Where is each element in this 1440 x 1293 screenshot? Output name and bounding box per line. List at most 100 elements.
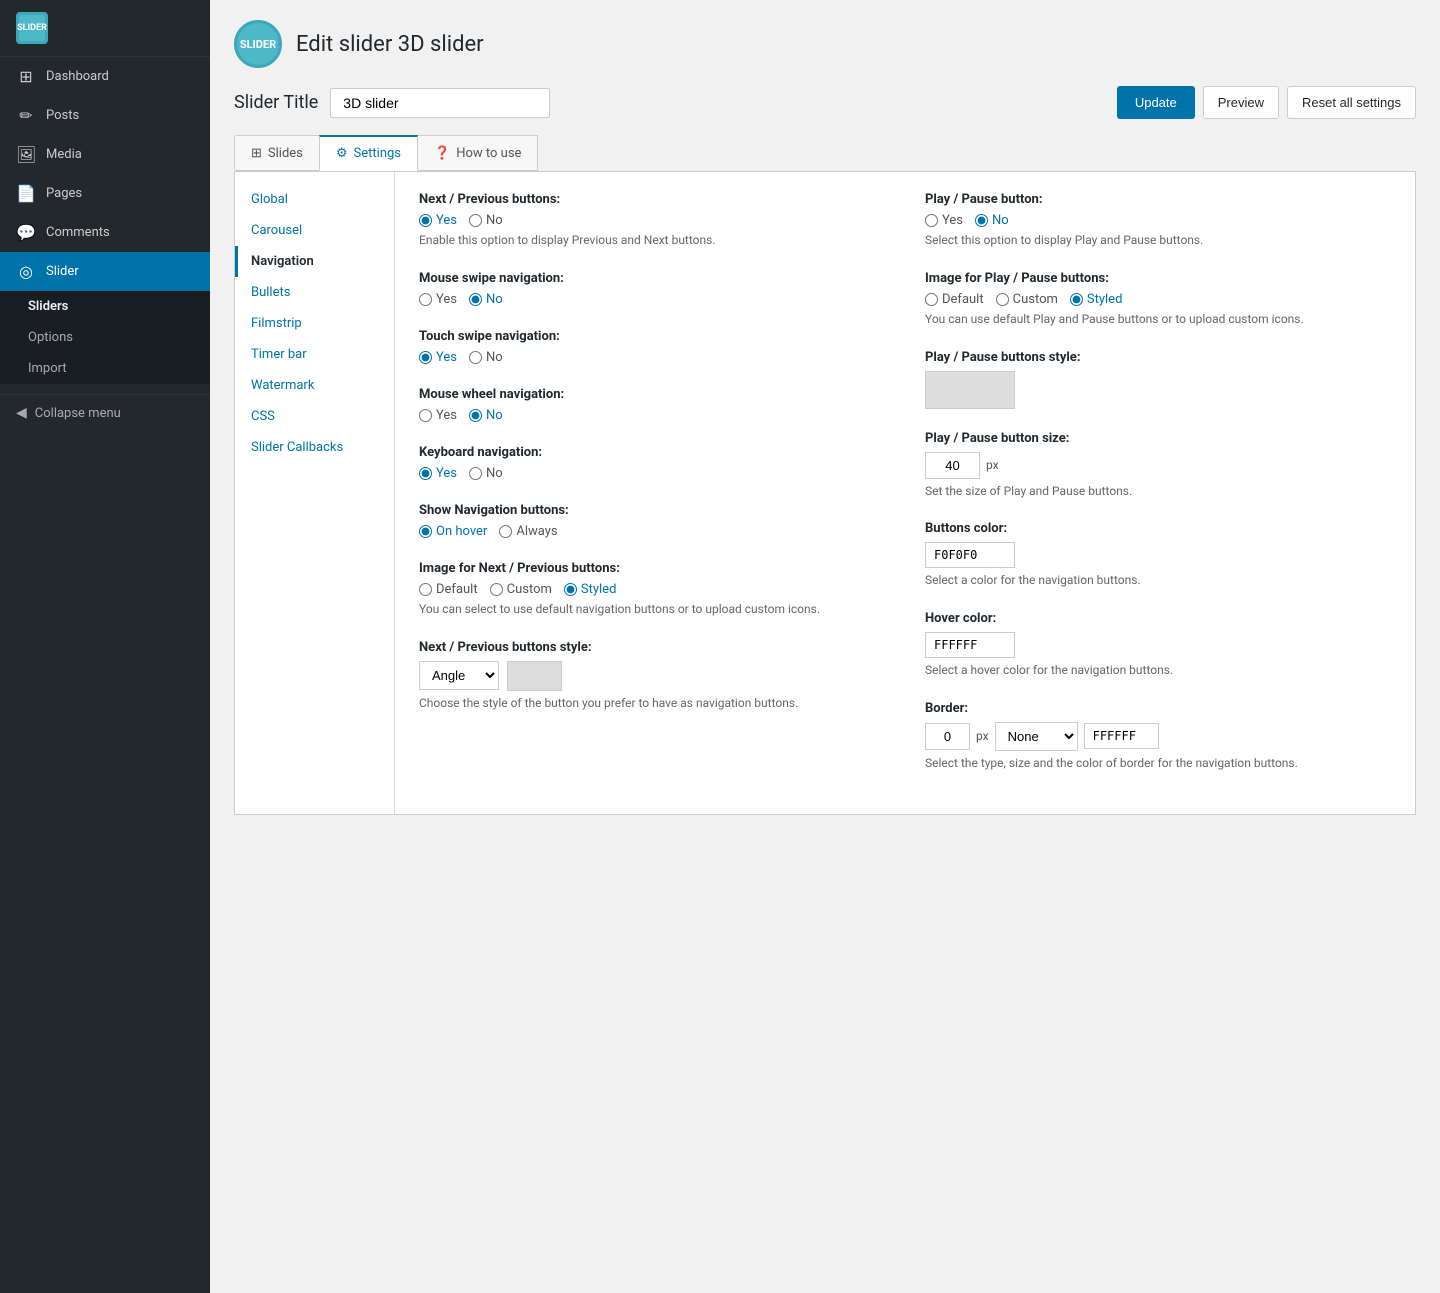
image-np-custom-radio[interactable] [490, 583, 503, 596]
np-buttons-style-label: Next / Previous buttons style: [419, 640, 885, 655]
touch-swipe-no-option[interactable]: No [469, 350, 503, 365]
play-pause-yes-option[interactable]: Yes [925, 213, 963, 228]
update-button[interactable]: Update [1117, 86, 1195, 119]
mouse-swipe-no-radio[interactable] [469, 293, 482, 306]
pp-size-unit: px [986, 458, 999, 472]
show-nav-hover-radio[interactable] [419, 525, 432, 538]
mouse-swipe-label: Mouse swipe navigation: [419, 271, 885, 286]
preview-button[interactable]: Preview [1203, 86, 1279, 119]
next-prev-yes-radio[interactable] [419, 214, 432, 227]
keyboard-no-label: No [486, 466, 503, 481]
settings-nav-css[interactable]: CSS [235, 401, 394, 432]
settings-nav-bullets[interactable]: Bullets [235, 277, 394, 308]
show-nav-hover-label: On hover [436, 524, 487, 539]
settings-nav-watermark[interactable]: Watermark [235, 370, 394, 401]
mouse-swipe-group: Mouse swipe navigation: Yes No [419, 271, 885, 307]
sidebar-item-import[interactable]: Import [0, 353, 210, 384]
sidebar-item-media[interactable]: 🖼 Media [0, 135, 210, 174]
border-style-select[interactable]: None Solid Dashed Dotted [995, 722, 1078, 751]
image-pp-default-radio[interactable] [925, 293, 938, 306]
sidebar-item-slider[interactable]: ◎ Slider [0, 252, 210, 291]
next-prev-desc: Enable this option to display Previous a… [419, 232, 885, 249]
slider-title-label: Slider Title [234, 92, 318, 113]
next-prev-no-option[interactable]: No [469, 213, 503, 228]
touch-swipe-radio-row: Yes No [419, 350, 885, 365]
pp-size-input-row: px [925, 452, 1391, 479]
settings-nav-timer-bar[interactable]: Timer bar [235, 339, 394, 370]
tab-label: Slides [268, 146, 303, 161]
image-np-default-option[interactable]: Default [419, 582, 478, 597]
settings-nav-callbacks[interactable]: Slider Callbacks [235, 432, 394, 463]
buttons-color-input[interactable] [925, 542, 1015, 568]
sidebar-logo: SLIDER [0, 0, 210, 57]
play-pause-yes-radio[interactable] [925, 214, 938, 227]
settings-nav-global[interactable]: Global [235, 184, 394, 215]
image-np-custom-option[interactable]: Custom [490, 582, 552, 597]
keyboard-yes-label: Yes [436, 466, 457, 481]
touch-swipe-yes-radio[interactable] [419, 351, 432, 364]
image-pp-styled-option[interactable]: Styled [1070, 292, 1123, 307]
show-nav-always-radio[interactable] [499, 525, 512, 538]
tab-settings[interactable]: ⚙ Settings [319, 135, 418, 171]
title-bar-buttons: Update Preview Reset all settings [1117, 86, 1416, 119]
show-nav-hover-option[interactable]: On hover [419, 524, 487, 539]
tabs-bar: ⊞ Slides ⚙ Settings ❓ How to use [234, 135, 1416, 171]
next-prev-buttons-group: Next / Previous buttons: Yes No Enab [419, 192, 885, 249]
slider-title-input[interactable] [330, 88, 550, 118]
sidebar-item-options[interactable]: Options [0, 322, 210, 353]
tab-slides[interactable]: ⊞ Slides [234, 135, 320, 171]
show-nav-radio-row: On hover Always [419, 524, 885, 539]
mouse-wheel-no-radio[interactable] [469, 409, 482, 422]
settings-nav-navigation[interactable]: Navigation [235, 246, 394, 277]
image-np-styled-option[interactable]: Styled [564, 582, 617, 597]
mouse-wheel-no-option[interactable]: No [469, 408, 503, 423]
border-label: Border: [925, 701, 1391, 716]
sidebar-item-posts[interactable]: ✏ Posts [0, 96, 210, 135]
mouse-wheel-yes-label: Yes [436, 408, 457, 423]
keyboard-no-option[interactable]: No [469, 466, 503, 481]
touch-swipe-yes-option[interactable]: Yes [419, 350, 457, 365]
sidebar-item-label: Pages [46, 186, 82, 201]
mouse-swipe-yes-radio[interactable] [419, 293, 432, 306]
image-pp-styled-radio[interactable] [1070, 293, 1083, 306]
next-prev-no-radio[interactable] [469, 214, 482, 227]
sidebar-item-dashboard[interactable]: ⊞ Dashboard [0, 57, 210, 96]
pp-size-input[interactable] [925, 452, 980, 479]
settings-nav-carousel[interactable]: Carousel [235, 215, 394, 246]
reset-button[interactable]: Reset all settings [1287, 86, 1416, 119]
image-pp-custom-radio[interactable] [996, 293, 1009, 306]
hover-color-input[interactable] [925, 632, 1015, 658]
np-style-select[interactable]: Angle Arrow Round Square [419, 661, 499, 690]
image-pp-custom-option[interactable]: Custom [996, 292, 1058, 307]
next-prev-no-label: No [486, 213, 503, 228]
mouse-swipe-yes-option[interactable]: Yes [419, 292, 457, 307]
mouse-swipe-no-option[interactable]: No [469, 292, 503, 307]
play-pause-no-radio[interactable] [975, 214, 988, 227]
keyboard-yes-option[interactable]: Yes [419, 466, 457, 481]
sidebar: SLIDER ⊞ Dashboard ✏ Posts 🖼 Media 📄 Pag… [0, 0, 210, 1293]
image-pp-default-option[interactable]: Default [925, 292, 984, 307]
pp-style-preview-box [925, 371, 1015, 409]
border-color-input[interactable] [1084, 723, 1159, 749]
sidebar-item-sliders[interactable]: Sliders [0, 291, 210, 322]
play-pause-no-option[interactable]: No [975, 213, 1009, 228]
sidebar-item-comments[interactable]: 💬 Comments [0, 213, 210, 252]
keyboard-no-radio[interactable] [469, 467, 482, 480]
mouse-wheel-yes-radio[interactable] [419, 409, 432, 422]
sidebar-item-pages[interactable]: 📄 Pages [0, 174, 210, 213]
settings-columns: Next / Previous buttons: Yes No Enab [419, 192, 1391, 794]
border-size-input[interactable] [925, 723, 970, 750]
image-np-styled-radio[interactable] [564, 583, 577, 596]
hover-color-desc: Select a hover color for the navigation … [925, 662, 1391, 679]
collapse-menu-button[interactable]: ◀ Collapse menu [0, 394, 210, 431]
title-bar: Slider Title Update Preview Reset all se… [234, 86, 1416, 119]
next-prev-yes-option[interactable]: Yes [419, 213, 457, 228]
settings-nav-filmstrip[interactable]: Filmstrip [235, 308, 394, 339]
mouse-wheel-yes-option[interactable]: Yes [419, 408, 457, 423]
keyboard-yes-radio[interactable] [419, 467, 432, 480]
show-nav-always-option[interactable]: Always [499, 524, 557, 539]
tab-how-to-use[interactable]: ❓ How to use [417, 135, 538, 171]
image-np-default-radio[interactable] [419, 583, 432, 596]
play-pause-button-label: Play / Pause button: [925, 192, 1391, 207]
touch-swipe-no-radio[interactable] [469, 351, 482, 364]
